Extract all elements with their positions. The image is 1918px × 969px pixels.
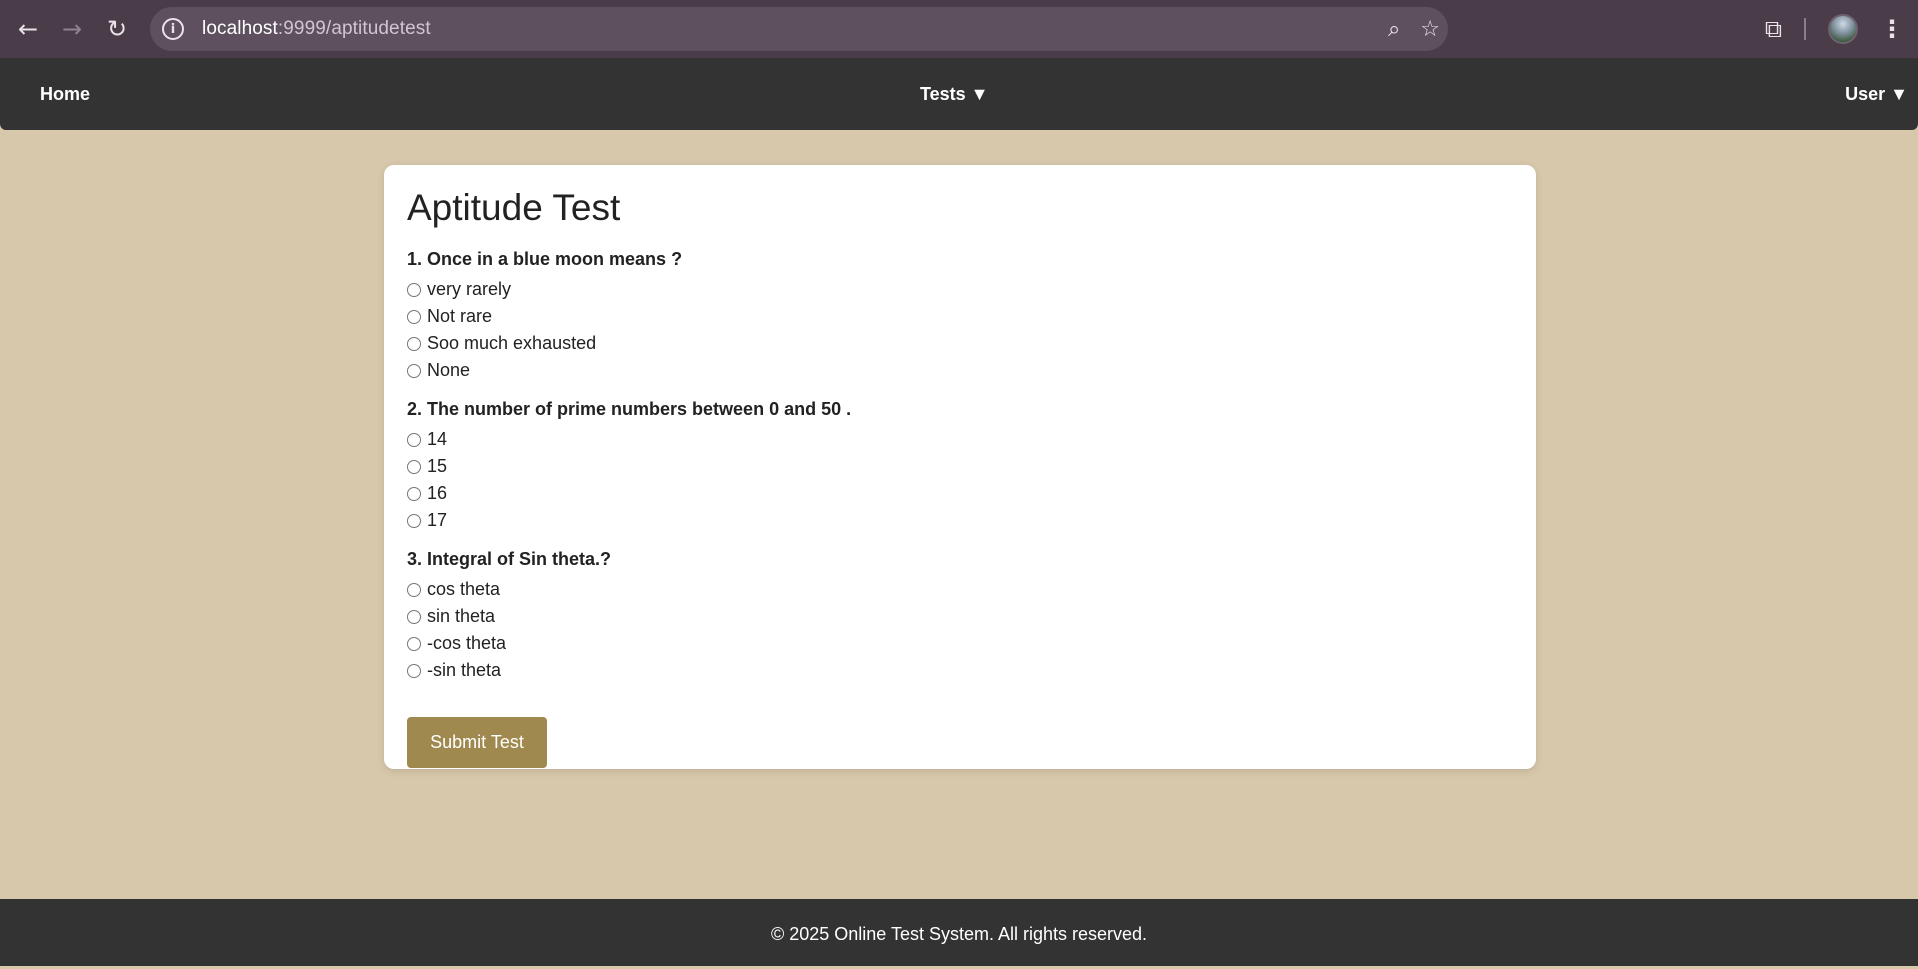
address-bar[interactable]: i localhost:9999/aptitudetest ⌕ ☆ — [150, 7, 1448, 51]
nav-user-dropdown[interactable]: User ▼ — [1845, 58, 1908, 130]
answer-option-label: 17 — [427, 510, 448, 530]
avatar[interactable] — [1828, 14, 1858, 44]
nav-tests-dropdown[interactable]: Tests ▼ — [920, 58, 989, 130]
url-path: :9999/aptitudetest — [277, 18, 431, 39]
answer-option-label: Soo much exhausted — [427, 333, 597, 353]
page-footer: © 2025 Online Test System. All rights re… — [0, 899, 1918, 966]
answer-option[interactable]: -cos theta — [407, 630, 1513, 657]
page-title: Aptitude Test — [407, 187, 621, 228]
back-arrow-icon[interactable]: ← — [6, 7, 50, 51]
info-icon[interactable]: i — [162, 18, 184, 40]
answer-option-label: cos theta — [427, 579, 501, 599]
answer-radio[interactable] — [407, 363, 421, 378]
submit-test-button[interactable]: Submit Test — [407, 717, 547, 768]
answer-option-label: 16 — [427, 483, 448, 503]
question-block: 3. Integral of Sin theta.? cos theta sin t… — [407, 549, 1513, 684]
answer-option-label: -sin theta — [427, 660, 502, 680]
answer-option[interactable]: None — [407, 357, 1513, 384]
kebab-menu-icon[interactable]: ⋮ — [1880, 15, 1904, 43]
answer-option[interactable]: 14 — [407, 426, 1513, 453]
answer-option[interactable]: -sin theta — [407, 657, 1513, 684]
answer-option[interactable]: 15 — [407, 453, 1513, 480]
answer-radio[interactable] — [407, 582, 421, 597]
puzzle-icon[interactable]: ⧉ — [1765, 15, 1782, 43]
answer-radio[interactable] — [407, 432, 421, 447]
reload-icon[interactable]: ↻ — [95, 7, 139, 51]
question-block: 1. Once in a blue moon means ? very rarel… — [407, 249, 1513, 384]
question-block: 2. The number of prime numbers between 0… — [407, 399, 1513, 534]
question-label: 2. The number of prime numbers between 0… — [407, 399, 852, 419]
answer-option[interactable]: cos theta — [407, 576, 1513, 603]
answer-option-label: -cos theta — [427, 633, 507, 653]
answer-radio[interactable] — [407, 663, 421, 678]
answer-option[interactable]: 16 — [407, 480, 1513, 507]
site-navbar: Home Tests ▼ User ▼ — [0, 58, 1918, 130]
question-label: 3. Integral of Sin theta.? — [407, 549, 612, 569]
url-host: localhost — [202, 18, 278, 39]
answer-option-label: Not rare — [427, 306, 493, 326]
forward-arrow-icon[interactable]: → — [50, 7, 94, 51]
url-text[interactable]: localhost:9999/aptitudetest — [202, 18, 431, 40]
answer-radio[interactable] — [407, 336, 421, 351]
footer-copyright: © 2025 Online Test System. All rights re… — [770, 924, 1148, 944]
star-icon[interactable]: ☆ — [1420, 17, 1440, 42]
toolbar-divider — [1804, 18, 1806, 40]
zoom-icon[interactable]: ⌕ — [1388, 17, 1400, 42]
answer-option[interactable]: Not rare — [407, 303, 1513, 330]
answer-radio[interactable] — [407, 513, 421, 528]
answer-radio[interactable] — [407, 486, 421, 501]
answer-radio[interactable] — [407, 636, 421, 651]
answer-option-label: very rarely — [427, 279, 512, 299]
nav-home-link[interactable]: Home — [40, 58, 90, 130]
answer-option[interactable]: very rarely — [407, 276, 1513, 303]
test-card: Aptitude Test 1. Once in a blue moon mea… — [384, 165, 1536, 769]
question-list: 1. Once in a blue moon means ? very rarel… — [407, 249, 1513, 684]
answer-radio[interactable] — [407, 282, 421, 297]
question-label: 1. Once in a blue moon means ? — [407, 249, 683, 269]
browser-toolbar: ← → ↻ i localhost:9999/aptitudetest ⌕ ☆ … — [0, 0, 1918, 58]
answer-radio[interactable] — [407, 309, 421, 324]
answer-option[interactable]: 17 — [407, 507, 1513, 534]
answer-option[interactable]: Soo much exhausted — [407, 330, 1513, 357]
answer-option[interactable]: sin theta — [407, 603, 1513, 630]
answer-option-label: None — [427, 360, 471, 380]
answer-option-label: 14 — [427, 429, 448, 449]
answer-radio[interactable] — [407, 609, 421, 624]
answer-option-label: 15 — [427, 456, 448, 476]
answer-option-label: sin theta — [427, 606, 496, 626]
answer-radio[interactable] — [407, 459, 421, 474]
